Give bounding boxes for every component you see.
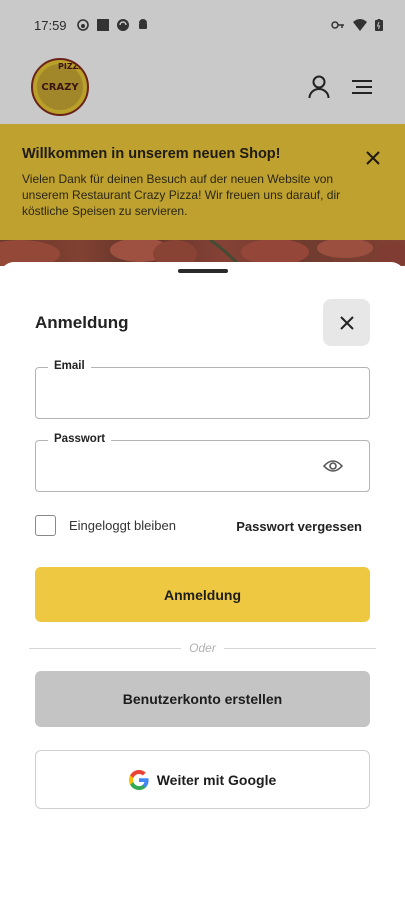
login-sheet: Anmeldung Email Passwort Eingeloggt blei… <box>0 262 405 900</box>
menu-icon <box>352 80 372 94</box>
email-label: Email <box>48 360 91 372</box>
email-input[interactable] <box>50 382 310 406</box>
wifi-icon <box>353 19 367 31</box>
google-icon <box>128 769 149 790</box>
status-time: 17:59 <box>34 17 67 33</box>
sync-icon <box>116 19 129 31</box>
google-label: Weiter mit Google <box>156 771 277 788</box>
remember-checkbox[interactable] <box>35 515 56 536</box>
welcome-banner: Willkommen in unserem neuen Shop! Vielen… <box>0 124 405 240</box>
battery-icon <box>375 19 383 31</box>
password-field[interactable]: Passwort <box>35 433 370 492</box>
forgot-password-link[interactable]: Passwort vergessen <box>236 519 362 534</box>
email-field[interactable]: Email <box>35 360 370 419</box>
close-icon <box>339 315 354 330</box>
status-bar: 17:59 <box>0 0 405 50</box>
or-label: Oder <box>181 641 224 655</box>
crazy-pizza-logo[interactable]: PIZZA CRAZY <box>31 58 89 116</box>
app-header: PIZZA CRAZY <box>0 50 405 124</box>
close-button[interactable] <box>323 299 370 346</box>
key-icon <box>331 21 344 29</box>
square-icon <box>96 19 109 31</box>
android-icon <box>138 19 147 29</box>
banner-text: Vielen Dank für deinen Besuch auf der ne… <box>22 172 341 218</box>
create-account-button[interactable]: Benutzerkonto erstellen <box>35 671 370 727</box>
drag-handle[interactable] <box>178 269 228 273</box>
login-title: Anmeldung <box>35 313 129 332</box>
face-icon <box>76 19 89 31</box>
eye-icon[interactable] <box>323 458 343 474</box>
menu-button[interactable] <box>349 74 375 100</box>
remember-label: Eingeloggt bleiben <box>69 518 176 533</box>
banner-title: Willkommen in unserem neuen Shop! <box>22 146 281 162</box>
banner-close-icon[interactable] <box>365 150 381 166</box>
remember-me[interactable]: Eingeloggt bleiben <box>35 515 176 536</box>
logo-vertical-text: PIZZA <box>58 63 85 71</box>
password-label: Passwort <box>48 433 112 445</box>
logo-text: CRAZY <box>41 82 79 93</box>
google-signin-button[interactable]: Weiter mit Google <box>35 750 370 809</box>
account-button[interactable] <box>306 74 332 100</box>
user-icon <box>308 75 330 99</box>
or-divider: Oder <box>29 641 376 655</box>
password-input[interactable] <box>50 455 310 479</box>
login-button[interactable]: Anmeldung <box>35 567 370 622</box>
